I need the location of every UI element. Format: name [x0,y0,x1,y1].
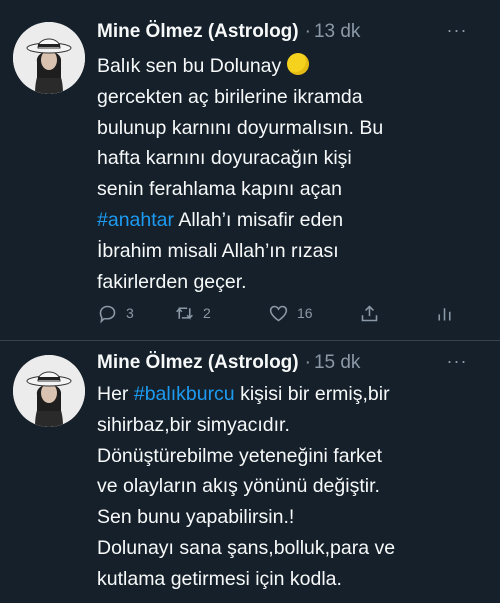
author-name[interactable]: Mine Ölmez (Astrolog) [97,352,299,373]
text-line: bulunup karnını doyurmalısın. Bu [97,116,384,139]
reply-count: 3 [126,305,134,321]
text-line: Her [97,383,134,405]
tweet[interactable]: Mine Ölmez (Astrolog) · 13 dk ··· Balık se… [0,0,500,341]
profile-photo-icon [13,22,85,94]
text-line: Sen bunu yapabilirsin.! [97,506,295,529]
text-line: Dolunayı sana şans,bolluk,para ve [97,536,396,559]
avatar[interactable] [13,22,85,94]
share-button[interactable] [359,300,380,326]
text-line: Allah’ı misafir eden [173,208,344,231]
text-line: senin ferahlama kapını açan [97,178,342,201]
text-line: Dönüştürebilme yeteneğini farket [97,444,383,467]
text-line: İbrahim misali Allah’ın rızası [97,239,339,262]
separator: · [304,21,311,42]
tweet-header: Mine Ölmez (Astrolog) · 15 dk [97,351,360,375]
share-icon [361,304,378,321]
tweet-text: Her #balıkburcu kişisi bir ermiş,bir sih… [97,379,487,595]
heart-icon [269,305,288,321]
tweet-header: Mine Ölmez (Astrolog) · 13 dk [97,20,360,44]
more-options-button[interactable]: ··· [442,351,472,375]
separator: · [304,352,311,373]
text-line: sihirbaz,bir simyacıdır. [97,413,290,436]
like-button[interactable]: 16 [268,300,313,326]
hashtag-link[interactable]: #balıkburcu [134,383,235,405]
text-line: Balık sen bu Dolunay [97,55,282,77]
analytics-button[interactable] [434,300,455,326]
profile-photo-icon [13,355,85,427]
text-line: kutlama getirmesi için kodla. [97,567,342,590]
tweet-actions: 3 2 16 [97,300,457,326]
retweet-icon [176,306,193,320]
tweet[interactable]: Mine Ölmez (Astrolog) · 15 dk ··· Her #bal… [0,341,500,603]
full-moon-icon [287,53,310,75]
text-line: hafta karnını doyuracağın kişi [97,147,352,170]
reply-icon [99,305,116,324]
hashtag-link[interactable]: #anahtar [97,209,174,231]
text-line: ve olayların akış yönünü değiştir. [97,475,380,498]
more-options-button[interactable]: ··· [442,20,472,44]
text-line: fakirlerden geçer. [97,270,247,293]
author-name[interactable]: Mine Ölmez (Astrolog) [97,21,299,42]
text-line: kişisi bir ermiş,bir [234,383,390,405]
timestamp[interactable]: 13 dk [314,21,360,42]
text-line: gercekten aç birilerine ikramda [97,85,363,108]
retweet-button[interactable]: 2 [174,300,211,326]
timestamp[interactable]: 15 dk [314,352,360,373]
retweet-count: 2 [203,305,211,321]
avatar[interactable] [13,355,85,427]
analytics-icon [438,307,451,320]
reply-button[interactable]: 3 [97,300,134,326]
like-count: 16 [297,305,313,321]
tweet-text: Balık sen bu Dolunay gercekten aç birile… [97,51,487,297]
